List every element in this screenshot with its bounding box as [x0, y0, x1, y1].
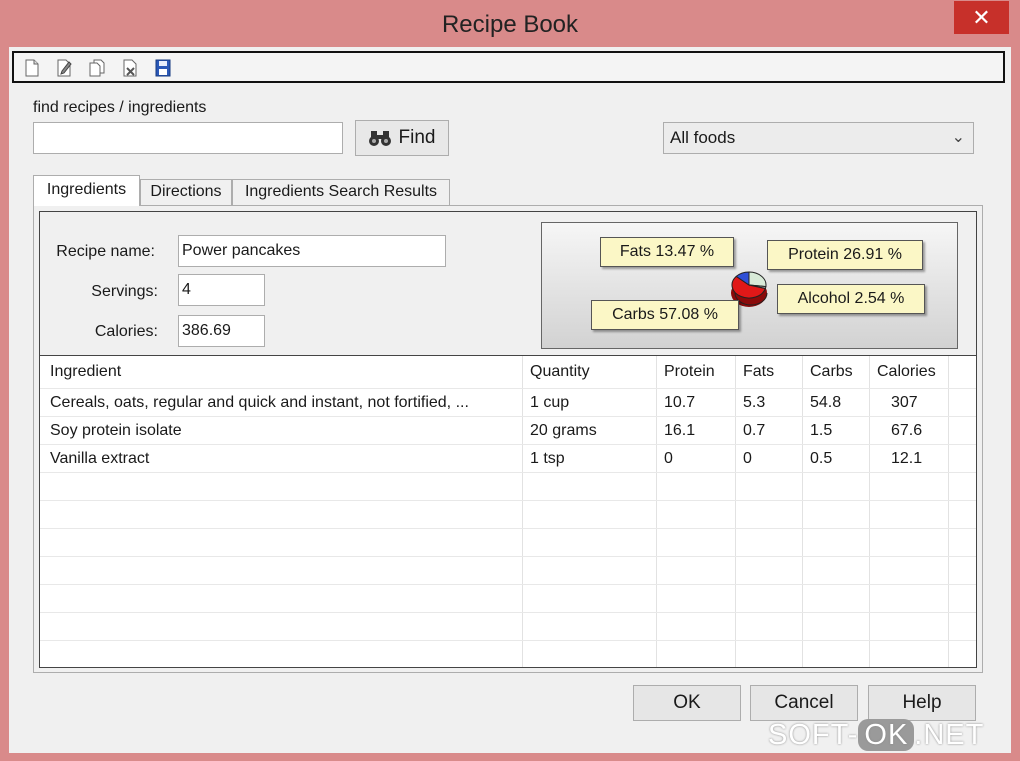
header-ingredient[interactable]: Ingredient [44, 356, 121, 388]
nutrition-pie-chart: Fats 13.47 % Protein 26.91 % Alcohol 2.5… [541, 222, 958, 349]
chevron-down-icon: ⌄ [951, 129, 965, 146]
header-carbs[interactable]: Carbs [804, 356, 853, 388]
empty-row[interactable] [40, 556, 976, 584]
find-button-label: Find [398, 127, 436, 148]
empty-row[interactable] [40, 472, 976, 500]
search-label: find recipes / ingredients [33, 99, 207, 116]
copy-document-icon[interactable] [89, 59, 105, 77]
cell-calories: 307 [891, 394, 918, 411]
window-title: Recipe Book [441, 11, 579, 38]
recipe-info-area: Recipe name: Power pancakes Servings: 4 … [39, 211, 977, 355]
cell-carbs: 54.8 [810, 394, 842, 411]
title-bar[interactable]: Recipe Book ✕ [0, 0, 1020, 50]
cell-protein: 10.7 [664, 394, 696, 411]
cell-calories: 12.1 [891, 450, 923, 467]
cell-carbs: 0.5 [810, 450, 833, 467]
cell-fats: 0 [743, 450, 752, 467]
delete-document-icon[interactable] [122, 59, 138, 77]
toolbar [12, 51, 1005, 83]
cell-ingredient: Vanilla extract [50, 450, 150, 467]
alcohol-callout: Alcohol 2.54 % [777, 284, 925, 314]
empty-row[interactable] [40, 612, 976, 640]
ok-button[interactable]: OK [633, 685, 741, 721]
cell-quantity: 1 tsp [530, 450, 565, 467]
header-protein[interactable]: Protein [658, 356, 715, 388]
ingredients-panel: Recipe name: Power pancakes Servings: 4 … [33, 205, 983, 673]
header-calories[interactable]: Calories [871, 356, 936, 388]
tab-directions[interactable]: Directions [140, 179, 232, 205]
cell-ingredient: Soy protein isolate [50, 422, 182, 439]
tab-ingredients[interactable]: Ingredients [33, 175, 140, 206]
edit-document-icon[interactable] [56, 59, 72, 77]
watermark-mid: OK [858, 719, 915, 751]
protein-callout: Protein 26.91 % [767, 240, 923, 270]
cell-quantity: 1 cup [530, 394, 570, 411]
cell-carbs: 1.5 [810, 422, 833, 439]
calories-field[interactable]: 386.69 [178, 315, 265, 347]
calories-label: Calories: [94, 323, 158, 340]
servings-field[interactable]: 4 [178, 274, 265, 306]
table-row[interactable]: Soy protein isolate 20 grams 16.1 0.7 1.… [40, 416, 976, 444]
pie-slice-protein [748, 271, 767, 288]
cell-calories: 67.6 [891, 422, 923, 439]
header-quantity[interactable]: Quantity [524, 356, 590, 388]
cell-protein: 0 [664, 450, 673, 467]
table-header: Ingredient Quantity Protein Fats Carbs C… [40, 356, 976, 388]
tab-ingredients-search-results[interactable]: Ingredients Search Results [232, 179, 450, 205]
table-row[interactable]: Cereals, oats, regular and quick and ins… [40, 388, 976, 416]
cell-ingredient: Cereals, oats, regular and quick and ins… [50, 394, 469, 411]
binoculars-icon [368, 131, 391, 146]
watermark-right: .NET [914, 719, 985, 751]
food-filter-select[interactable]: All foods ⌄ [663, 122, 974, 154]
empty-row[interactable] [40, 500, 976, 528]
ingredients-table: Ingredient Quantity Protein Fats Carbs C… [39, 355, 977, 668]
search-input[interactable] [33, 122, 343, 154]
header-fats[interactable]: Fats [737, 356, 774, 388]
food-filter-value: All foods [670, 128, 736, 147]
recipe-name-field[interactable]: Power pancakes [178, 235, 446, 267]
close-button[interactable]: ✕ [954, 1, 1009, 34]
cell-quantity: 20 grams [530, 422, 597, 439]
dialog-body: find recipes / ingredients Find All food… [9, 47, 1011, 753]
fats-callout: Fats 13.47 % [600, 237, 734, 267]
servings-label: Servings: [91, 283, 158, 300]
carbs-callout: Carbs 57.08 % [591, 300, 739, 330]
new-document-icon[interactable] [24, 59, 40, 77]
watermark-left: SOFT- [768, 719, 859, 751]
find-button[interactable]: Find [355, 120, 449, 156]
empty-row[interactable] [40, 584, 976, 612]
cell-fats: 5.3 [743, 394, 766, 411]
cell-fats: 0.7 [743, 422, 766, 439]
watermark: SOFT- OK .NET [768, 719, 984, 752]
help-button[interactable]: Help [868, 685, 976, 721]
empty-row[interactable] [40, 640, 976, 667]
recipe-name-label: Recipe name: [56, 243, 155, 260]
recipe-book-window: Recipe Book ✕ find recipes / ingredients [0, 0, 1020, 761]
cancel-button[interactable]: Cancel [750, 685, 858, 721]
cell-protein: 16.1 [664, 422, 696, 439]
table-row[interactable]: Vanilla extract 1 tsp 0 0 0.5 12.1 [40, 444, 976, 472]
save-disk-icon[interactable] [155, 59, 171, 77]
empty-row[interactable] [40, 528, 976, 556]
